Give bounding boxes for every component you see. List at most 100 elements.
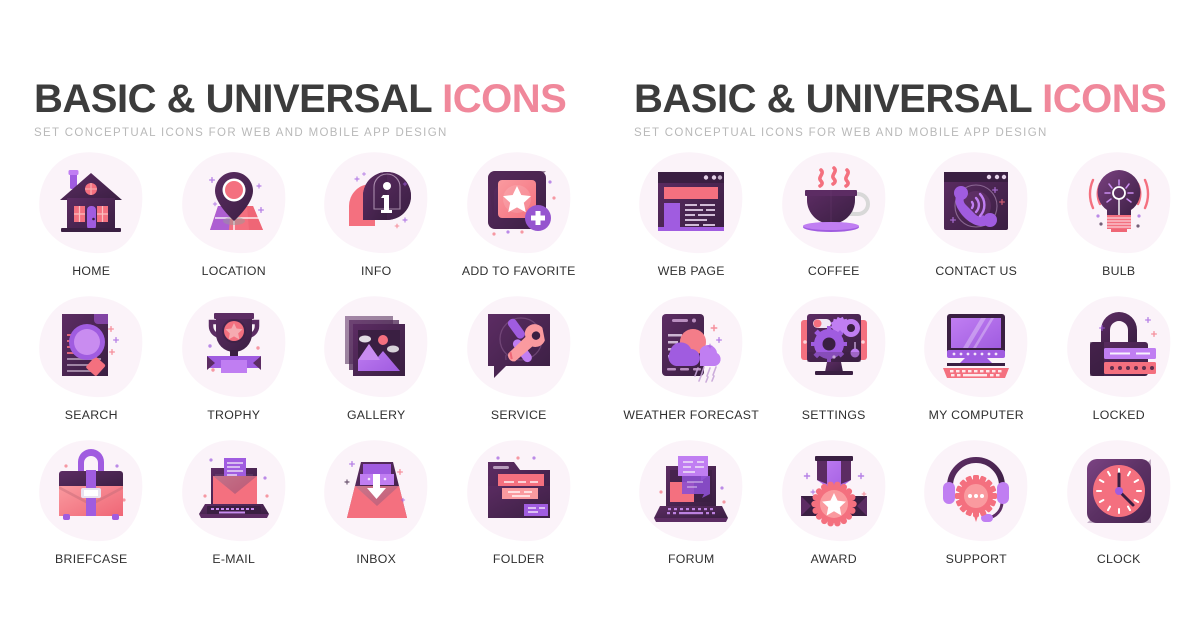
icon-cell-home[interactable]: HOME [20, 146, 163, 294]
info-icon[interactable] [333, 160, 419, 246]
icon-artwork[interactable] [917, 146, 1035, 260]
icon-artwork[interactable] [32, 290, 150, 404]
icon-cell-search-document[interactable]: SEARCH [20, 290, 163, 438]
contact-us-phone-icon[interactable] [933, 160, 1019, 246]
icon-label: COFFEE [807, 264, 860, 278]
icon-cell-settings-gears[interactable]: SETTINGS [763, 290, 906, 438]
icon-artwork[interactable] [775, 290, 893, 404]
icon-artwork[interactable] [917, 434, 1035, 548]
my-computer-icon[interactable] [933, 304, 1019, 390]
icon-label: WEATHER FORECAST [623, 408, 760, 422]
icon-artwork[interactable] [1060, 290, 1178, 404]
icon-label: LOCATION [201, 264, 266, 278]
locked-padlock-icon[interactable] [1076, 304, 1162, 390]
icon-cell-service-tools[interactable]: SERVICE [448, 290, 591, 438]
icon-artwork[interactable] [175, 146, 293, 260]
inbox-icon[interactable] [333, 448, 419, 534]
web-page-icon[interactable] [648, 160, 734, 246]
bulb-icon[interactable] [1076, 160, 1162, 246]
coffee-cup-icon[interactable] [791, 160, 877, 246]
icon-cell-bulb[interactable]: BULB [1048, 146, 1191, 294]
settings-gears-icon[interactable] [791, 304, 877, 390]
icon-cell-contact-us-phone[interactable]: CONTACT US [905, 146, 1048, 294]
page-subtitle: SET CONCEPTUAL ICONS FOR WEB AND MOBILE … [34, 127, 448, 139]
icon-artwork[interactable] [460, 434, 578, 548]
search-document-icon[interactable] [48, 304, 134, 390]
icon-label: FOLDER [492, 552, 545, 566]
icon-artwork[interactable] [32, 434, 150, 548]
service-tools-icon[interactable] [476, 304, 562, 390]
icon-cell-coffee-cup[interactable]: COFFEE [763, 146, 906, 294]
icon-cell-award-medal[interactable]: AWARD [763, 434, 906, 582]
icon-cell-my-computer[interactable]: MY COMPUTER [905, 290, 1048, 438]
support-headset-icon[interactable] [933, 448, 1019, 534]
title-primary: BASIC & UNIVERSAL [634, 77, 1032, 121]
icon-cell-locked-padlock[interactable]: LOCKED [1048, 290, 1191, 438]
add-to-favorite-icon[interactable] [476, 160, 562, 246]
icon-label: CLOCK [1096, 552, 1141, 566]
clock-icon[interactable] [1076, 448, 1162, 534]
icon-cell-weather-forecast[interactable]: WEATHER FORECAST [620, 290, 763, 438]
icon-label: E-MAIL [212, 552, 256, 566]
icon-cell-folder[interactable]: FOLDER [448, 434, 591, 582]
icon-cell-email-laptop[interactable]: E-MAIL [163, 434, 306, 582]
icon-label: LOCKED [1092, 408, 1145, 422]
title-accent: ICONS [1042, 77, 1167, 121]
icon-artwork[interactable] [32, 146, 150, 260]
briefcase-icon[interactable] [48, 448, 134, 534]
award-medal-icon[interactable] [791, 448, 877, 534]
icon-cell-add-to-favorite[interactable]: ADD TO FAVORITE [448, 146, 591, 294]
icon-artwork[interactable] [317, 290, 435, 404]
page-subtitle: SET CONCEPTUAL ICONS FOR WEB AND MOBILE … [634, 127, 1048, 139]
icon-cell-web-page[interactable]: WEB PAGE [620, 146, 763, 294]
page-title: BASIC & UNIVERSAL ICONS [634, 76, 1167, 122]
icon-label: SETTINGS [801, 408, 866, 422]
icon-artwork[interactable] [317, 434, 435, 548]
icon-artwork[interactable] [632, 290, 750, 404]
folder-icon[interactable] [476, 448, 562, 534]
icon-cell-gallery[interactable]: GALLERY [305, 290, 448, 438]
icon-artwork[interactable] [1060, 434, 1178, 548]
icon-artwork[interactable] [775, 434, 893, 548]
trophy-icon[interactable] [191, 304, 277, 390]
icon-label: SERVICE [490, 408, 547, 422]
icon-cell-inbox[interactable]: INBOX [305, 434, 448, 582]
header: BASIC & UNIVERSAL ICONS SET CONCEPTUAL IC… [634, 76, 1167, 139]
icon-cell-clock[interactable]: CLOCK [1048, 434, 1191, 582]
icon-cell-briefcase[interactable]: BRIEFCASE [20, 434, 163, 582]
icon-artwork[interactable] [175, 290, 293, 404]
icon-artwork[interactable] [175, 434, 293, 548]
gallery-icon[interactable] [333, 304, 419, 390]
icon-cell-forum-laptop[interactable]: FORUM [620, 434, 763, 582]
icon-label: AWARD [810, 552, 857, 566]
icon-cell-trophy[interactable]: TROPHY [163, 290, 306, 438]
left-panel: BASIC & UNIVERSAL ICONS SET CONCEPTUAL IC… [0, 0, 600, 630]
icon-artwork[interactable] [917, 290, 1035, 404]
weather-forecast-icon[interactable] [648, 304, 734, 390]
icon-cell-info[interactable]: INFO [305, 146, 448, 294]
icon-grid: HOME LOCATION INFO ADD TO FAVORITE SEARC… [20, 146, 591, 582]
icon-artwork[interactable] [317, 146, 435, 260]
location-pin-icon[interactable] [191, 160, 277, 246]
icon-artwork[interactable] [632, 434, 750, 548]
icon-artwork[interactable] [460, 290, 578, 404]
right-panel: BASIC & UNIVERSAL ICONS SET CONCEPTUAL IC… [600, 0, 1200, 630]
icon-label: ADD TO FAVORITE [461, 264, 576, 278]
title-primary: BASIC & UNIVERSAL [34, 77, 432, 121]
icon-artwork[interactable] [775, 146, 893, 260]
email-laptop-icon[interactable] [191, 448, 277, 534]
icon-label: INBOX [356, 552, 397, 566]
icon-artwork[interactable] [460, 146, 578, 260]
icon-artwork[interactable] [1060, 146, 1178, 260]
header: BASIC & UNIVERSAL ICONS SET CONCEPTUAL IC… [34, 76, 567, 139]
icon-label: BULB [1102, 264, 1136, 278]
icon-cell-location-pin[interactable]: LOCATION [163, 146, 306, 294]
icon-cell-support-headset[interactable]: SUPPORT [905, 434, 1048, 582]
home-icon[interactable] [48, 160, 134, 246]
forum-laptop-icon[interactable] [648, 448, 734, 534]
icon-set-poster: BASIC & UNIVERSAL ICONS SET CONCEPTUAL IC… [0, 0, 1200, 630]
title-accent: ICONS [442, 77, 567, 121]
icon-artwork[interactable] [632, 146, 750, 260]
icon-label: HOME [72, 264, 111, 278]
icon-label: TROPHY [207, 408, 261, 422]
